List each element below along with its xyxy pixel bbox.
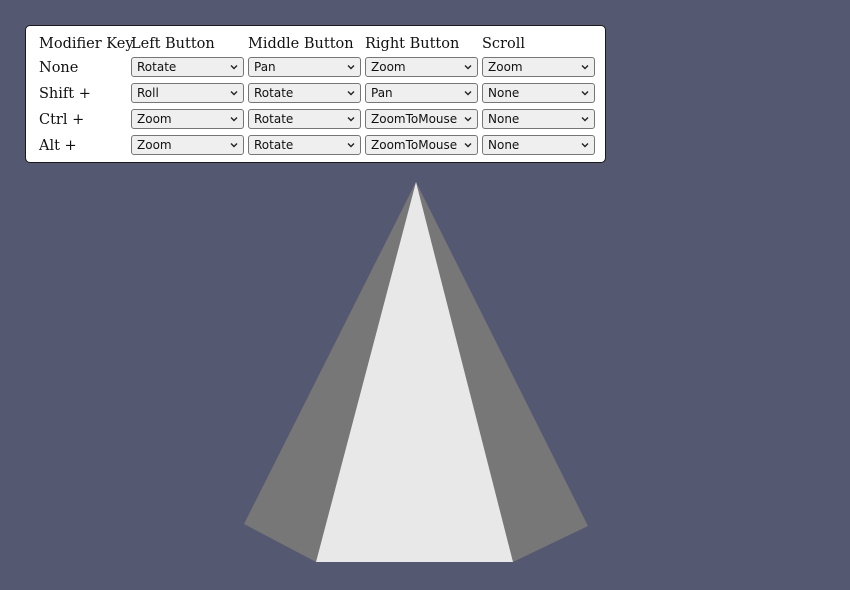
select-none-scroll[interactable]: Zoom <box>482 57 595 77</box>
select-value: Zoom <box>137 138 172 152</box>
header-right-button: Right Button <box>365 36 460 52</box>
select-value: ZoomToMouse <box>371 138 458 152</box>
header-middle-button: Middle Button <box>248 36 354 52</box>
select-value: Rotate <box>254 112 294 126</box>
row-label-none: None <box>39 60 79 76</box>
chevron-down-icon <box>347 143 355 148</box>
chevron-down-icon <box>464 65 472 70</box>
select-value: Rotate <box>254 138 294 152</box>
select-value: None <box>488 86 520 100</box>
mouse-controls-panel: Modifier Key Left Button Middle Button R… <box>25 25 606 163</box>
select-shift-scroll[interactable]: None <box>482 83 595 103</box>
chevron-down-icon <box>581 143 589 148</box>
chevron-down-icon <box>464 91 472 96</box>
select-value: ZoomToMouse <box>371 112 458 126</box>
select-alt-scroll[interactable]: None <box>482 135 595 155</box>
select-value: Rotate <box>137 60 177 74</box>
select-ctrl-right-button[interactable]: ZoomToMouse <box>365 109 478 129</box>
chevron-down-icon <box>347 91 355 96</box>
select-value: Roll <box>137 86 159 100</box>
select-alt-middle-button[interactable]: Rotate <box>248 135 361 155</box>
select-shift-right-button[interactable]: Pan <box>365 83 478 103</box>
chevron-down-icon <box>581 65 589 70</box>
select-ctrl-scroll[interactable]: None <box>482 109 595 129</box>
select-value: Zoom <box>488 60 523 74</box>
chevron-down-icon <box>347 117 355 122</box>
select-value: Zoom <box>137 112 172 126</box>
row-label-ctrl: Ctrl + <box>39 112 85 128</box>
chevron-down-icon <box>230 117 238 122</box>
chevron-down-icon <box>464 143 472 148</box>
select-value: Rotate <box>254 86 294 100</box>
select-ctrl-left-button[interactable]: Zoom <box>131 109 244 129</box>
select-value: None <box>488 138 520 152</box>
chevron-down-icon <box>581 91 589 96</box>
select-alt-right-button[interactable]: ZoomToMouse <box>365 135 478 155</box>
chevron-down-icon <box>230 65 238 70</box>
header-left-button: Left Button <box>131 36 215 52</box>
select-none-middle-button[interactable]: Pan <box>248 57 361 77</box>
chevron-down-icon <box>230 143 238 148</box>
chevron-down-icon <box>347 65 355 70</box>
select-none-left-button[interactable]: Rotate <box>131 57 244 77</box>
chevron-down-icon <box>464 117 472 122</box>
select-value: Zoom <box>371 60 406 74</box>
chevron-down-icon <box>581 117 589 122</box>
select-shift-left-button[interactable]: Roll <box>131 83 244 103</box>
select-shift-middle-button[interactable]: Rotate <box>248 83 361 103</box>
select-value: Pan <box>371 86 393 100</box>
select-value: None <box>488 112 520 126</box>
row-label-shift: Shift + <box>39 86 91 102</box>
header-scroll: Scroll <box>482 36 525 52</box>
row-label-alt: Alt + <box>39 138 77 154</box>
select-alt-left-button[interactable]: Zoom <box>131 135 244 155</box>
chevron-down-icon <box>230 91 238 96</box>
select-value: Pan <box>254 60 276 74</box>
select-ctrl-middle-button[interactable]: Rotate <box>248 109 361 129</box>
header-modifier-key: Modifier Key <box>39 36 134 52</box>
select-none-right-button[interactable]: Zoom <box>365 57 478 77</box>
